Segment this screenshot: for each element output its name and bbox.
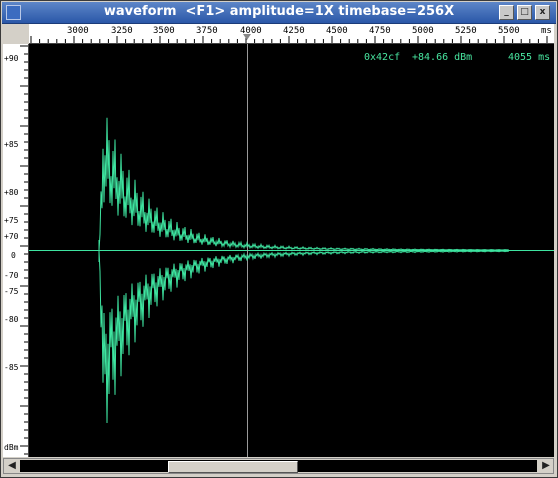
cursor-level-readout: +84.66 dBm bbox=[412, 52, 473, 63]
level-unit-label: dBm bbox=[4, 443, 19, 452]
time-tick-label: 3750 bbox=[196, 26, 218, 36]
time-tick-label: 3000 bbox=[67, 26, 89, 36]
level-tick-label: -70 bbox=[4, 271, 19, 280]
scroll-thumb[interactable] bbox=[168, 461, 298, 473]
level-tick-label: 0 bbox=[11, 251, 16, 260]
waveform-upper-envelope bbox=[98, 117, 510, 251]
window-title: waveform <F1> amplitude=1X timebase=256X bbox=[103, 4, 455, 19]
level-tick-label: +75 bbox=[4, 216, 19, 225]
time-tick-label: 5500 bbox=[498, 26, 520, 36]
level-tick-label: -75 bbox=[4, 287, 19, 296]
level-tick-label: +80 bbox=[4, 188, 19, 197]
scroll-trough[interactable] bbox=[20, 460, 537, 473]
horizontal-scrollbar[interactable]: ◀ ▶ bbox=[3, 458, 554, 474]
level-tick-label: +90 bbox=[4, 54, 19, 63]
minimize-button[interactable]: _ bbox=[499, 5, 514, 20]
waveform-canvas bbox=[29, 44, 554, 457]
time-tick-label: 3500 bbox=[153, 26, 175, 36]
waveform-window: waveform <F1> amplitude=1X timebase=256X… bbox=[0, 0, 558, 478]
time-tick-label: 5000 bbox=[412, 26, 434, 36]
level-tick-label: +85 bbox=[4, 140, 19, 149]
scroll-right-arrow-icon[interactable]: ▶ bbox=[539, 459, 553, 473]
time-tick-label: 4750 bbox=[369, 26, 391, 36]
time-tick-label: 4500 bbox=[326, 26, 348, 36]
time-tick-label: 5250 bbox=[455, 26, 477, 36]
time-ruler[interactable]: 3000 3250 3500 3750 4000 4250 4500 4750 … bbox=[29, 24, 554, 44]
waveform-lower-envelope bbox=[98, 250, 510, 424]
waveform-display[interactable]: 0x42cf +84.66 dBm 4055 ms bbox=[29, 44, 554, 457]
level-tick-label: +70 bbox=[4, 232, 19, 241]
level-tick-label: -85 bbox=[4, 363, 19, 372]
cursor-time-readout: 4055 ms bbox=[508, 52, 551, 63]
time-tick-label: 4000 bbox=[240, 26, 262, 36]
maximize-button[interactable]: □ bbox=[517, 5, 532, 20]
level-ruler[interactable]: +90 +85 +80 +75 +70 0 -70 -75 -80 -85 dB… bbox=[3, 44, 29, 457]
cursor-address-readout: 0x42cf bbox=[364, 52, 401, 63]
title-bar[interactable]: waveform <F1> amplitude=1X timebase=256X… bbox=[2, 2, 556, 24]
close-button[interactable]: x bbox=[535, 5, 550, 20]
time-tick-label: 4250 bbox=[283, 26, 305, 36]
time-unit-label: ms bbox=[541, 26, 552, 36]
level-tick-label: -80 bbox=[4, 315, 19, 324]
scroll-left-arrow-icon[interactable]: ◀ bbox=[5, 459, 19, 473]
ruler-corner bbox=[3, 24, 28, 43]
time-tick-label: 3250 bbox=[111, 26, 133, 36]
